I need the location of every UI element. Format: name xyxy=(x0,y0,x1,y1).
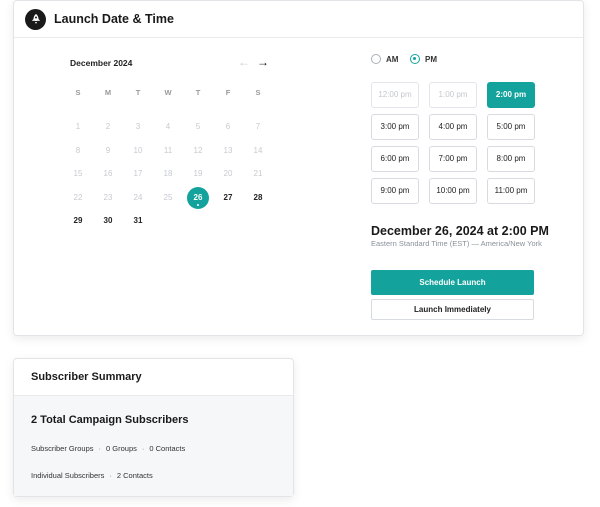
calendar-day: 9 xyxy=(105,145,111,155)
groups-contacts: 0 Contacts xyxy=(149,444,186,453)
arrow-right-icon[interactable]: → xyxy=(257,55,269,69)
time-slot-button[interactable]: 10:00 pm xyxy=(429,178,477,204)
calendar-day: 18 xyxy=(163,169,173,178)
individual-contacts: 2 Contacts xyxy=(116,471,153,480)
radio-circle xyxy=(371,54,381,64)
summary-body: 2 Total Campaign Subscribers Subscriber … xyxy=(14,396,293,496)
time-slot-button: 12:00 pm xyxy=(371,82,419,108)
launch-date-time-card: Launch Date & Time December 2024 ← → S M T… xyxy=(13,0,584,336)
pm-label: PM xyxy=(425,54,437,64)
schedule-launch-button[interactable]: Schedule Launch xyxy=(371,270,534,295)
calendar-day: 13 xyxy=(223,145,233,155)
calendar-day: 7 xyxy=(255,122,261,131)
time-slot-button[interactable]: 3:00 pm xyxy=(371,114,419,140)
separator: · xyxy=(141,444,145,453)
time-slot-button[interactable]: 6:00 pm xyxy=(371,146,419,172)
am-radio[interactable]: AM xyxy=(371,54,398,64)
am-label: AM xyxy=(386,54,399,64)
selected-datetime: December 26, 2024 at 2:00 PM xyxy=(371,224,549,238)
calendar-day: 24 xyxy=(133,192,143,202)
calendar-day: 4 xyxy=(165,122,171,131)
time-slot-button[interactable]: 8:00 pm xyxy=(487,146,535,172)
time-slot-button[interactable]: 5:00 pm xyxy=(487,114,535,140)
calendar-day: 15 xyxy=(73,169,83,178)
groups-count: 0 Groups xyxy=(106,444,137,453)
weekday-label: T xyxy=(135,88,141,97)
separator: · xyxy=(98,444,102,453)
weekday-label: T xyxy=(195,88,201,97)
calendar-day: 20 xyxy=(223,169,233,178)
individual-subscribers-line: Individual Subscribers · 2 Contacts xyxy=(31,471,153,480)
calendar-day: 1 xyxy=(75,122,81,131)
individual-label: Individual Subscribers xyxy=(31,471,105,480)
calendar-day: 16 xyxy=(103,169,113,178)
separator: · xyxy=(109,471,112,480)
time-slot-button[interactable]: 11:00 pm xyxy=(487,178,535,204)
calendar-day[interactable]: 29 xyxy=(67,213,89,229)
calendar-day: 6 xyxy=(225,122,231,131)
time-slot-button[interactable]: 7:00 pm xyxy=(429,146,477,172)
calendar-month-label: December 2024 xyxy=(70,58,133,68)
time-slot-grid: 12:00 pm 1:00 pm 2:00 pm 3:00 pm 4:00 pm 5:00… xyxy=(371,82,535,204)
time-slot-button[interactable]: 9:00 pm xyxy=(371,178,419,204)
subscriber-groups-line: Subscriber Groups · 0 Groups · 0 Contacts xyxy=(31,444,185,453)
arrow-left-icon[interactable]: ← xyxy=(238,55,250,69)
launch-immediately-button[interactable]: Launch Immediately xyxy=(371,299,534,320)
calendar-day: 11 xyxy=(163,145,173,155)
weekday-label: S xyxy=(75,88,81,97)
calendar-day: 12 xyxy=(193,145,203,155)
calendar-day[interactable]: 31 xyxy=(127,213,149,229)
radio-circle xyxy=(410,54,420,64)
today-indicator xyxy=(197,203,199,206)
calendar-day: 5 xyxy=(195,122,201,131)
calendar-day: 17 xyxy=(133,169,143,178)
calendar-day[interactable]: 28 xyxy=(247,190,269,206)
card-header: Subscriber Summary xyxy=(14,359,293,396)
time-slot-button[interactable]: 2:00 pm xyxy=(487,82,535,108)
time-slot-button[interactable]: 4:00 pm xyxy=(429,114,477,140)
calendar-day: 10 xyxy=(133,145,143,155)
calendar-day: 14 xyxy=(253,145,263,155)
time-slot-button: 1:00 pm xyxy=(429,82,477,108)
calendar-day: 3 xyxy=(135,122,141,131)
calendar-day-selected[interactable]: 26 xyxy=(187,186,209,209)
weekday-label: M xyxy=(104,88,112,97)
total-subscribers: 2 Total Campaign Subscribers xyxy=(31,414,189,426)
calendar-day: 8 xyxy=(75,145,81,155)
calendar-day[interactable]: 27 xyxy=(217,190,239,206)
subscriber-summary-card: Subscriber Summary 2 Total Campaign Subs… xyxy=(13,358,294,497)
timezone-label: Eastern Standard Time (EST) — America/Ne… xyxy=(371,239,542,248)
pm-radio[interactable]: PM xyxy=(410,54,437,64)
rocket-icon xyxy=(25,8,46,30)
calendar-day: 22 xyxy=(73,192,83,202)
summary-title: Subscriber Summary xyxy=(31,371,142,383)
calendar-day: 2 xyxy=(105,122,111,131)
calendar-day: 19 xyxy=(193,169,203,178)
weekday-label: S xyxy=(255,88,261,97)
page-title: Launch Date & Time xyxy=(54,12,174,26)
calendar-day: 23 xyxy=(103,192,113,202)
calendar-day: 25 xyxy=(163,192,173,202)
calendar-day[interactable]: 30 xyxy=(97,213,119,229)
calendar-day: 21 xyxy=(253,169,263,178)
weekday-label: F xyxy=(225,88,231,97)
weekday-label: W xyxy=(164,88,172,97)
groups-label: Subscriber Groups xyxy=(31,444,94,453)
card-header: Launch Date & Time xyxy=(14,1,583,38)
